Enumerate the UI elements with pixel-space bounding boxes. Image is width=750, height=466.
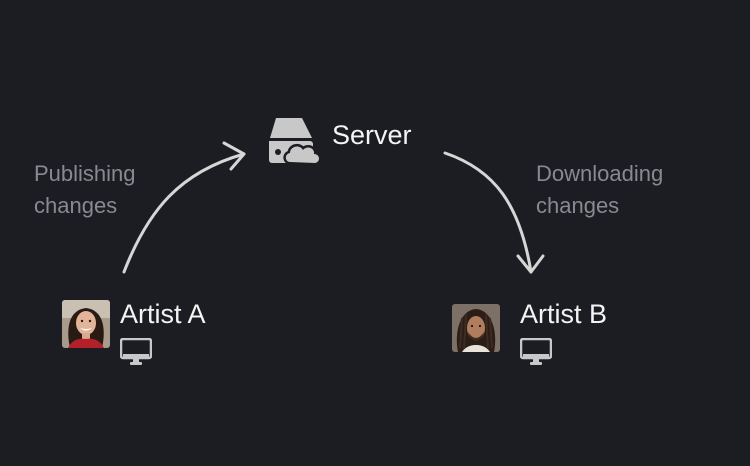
artist-a-label: Artist A: [120, 299, 206, 329]
monitor-icon: [519, 337, 553, 371]
server-cloud-icon: [266, 116, 322, 166]
artist-a-avatar: [62, 300, 110, 348]
download-arrow: [443, 151, 545, 274]
publish-arrow: [122, 141, 246, 274]
diagram-arrows: [122, 141, 545, 274]
artist-b-label: Artist B: [520, 299, 608, 329]
diagram-canvas: Server Publishing changes Downloading ch…: [0, 0, 750, 466]
download-label-line2: changes: [536, 193, 620, 218]
download-label-line1: Downloading: [536, 161, 664, 186]
monitor-icon: [119, 337, 153, 371]
download-edge-label: Downloading changes: [536, 158, 663, 222]
server-label: Server: [332, 120, 412, 150]
publish-edge-label: Publishing changes: [34, 158, 136, 222]
artist-b-avatar: [452, 304, 500, 352]
publish-label-line1: Publishing: [34, 161, 136, 186]
publish-label-line2: changes: [34, 193, 118, 218]
